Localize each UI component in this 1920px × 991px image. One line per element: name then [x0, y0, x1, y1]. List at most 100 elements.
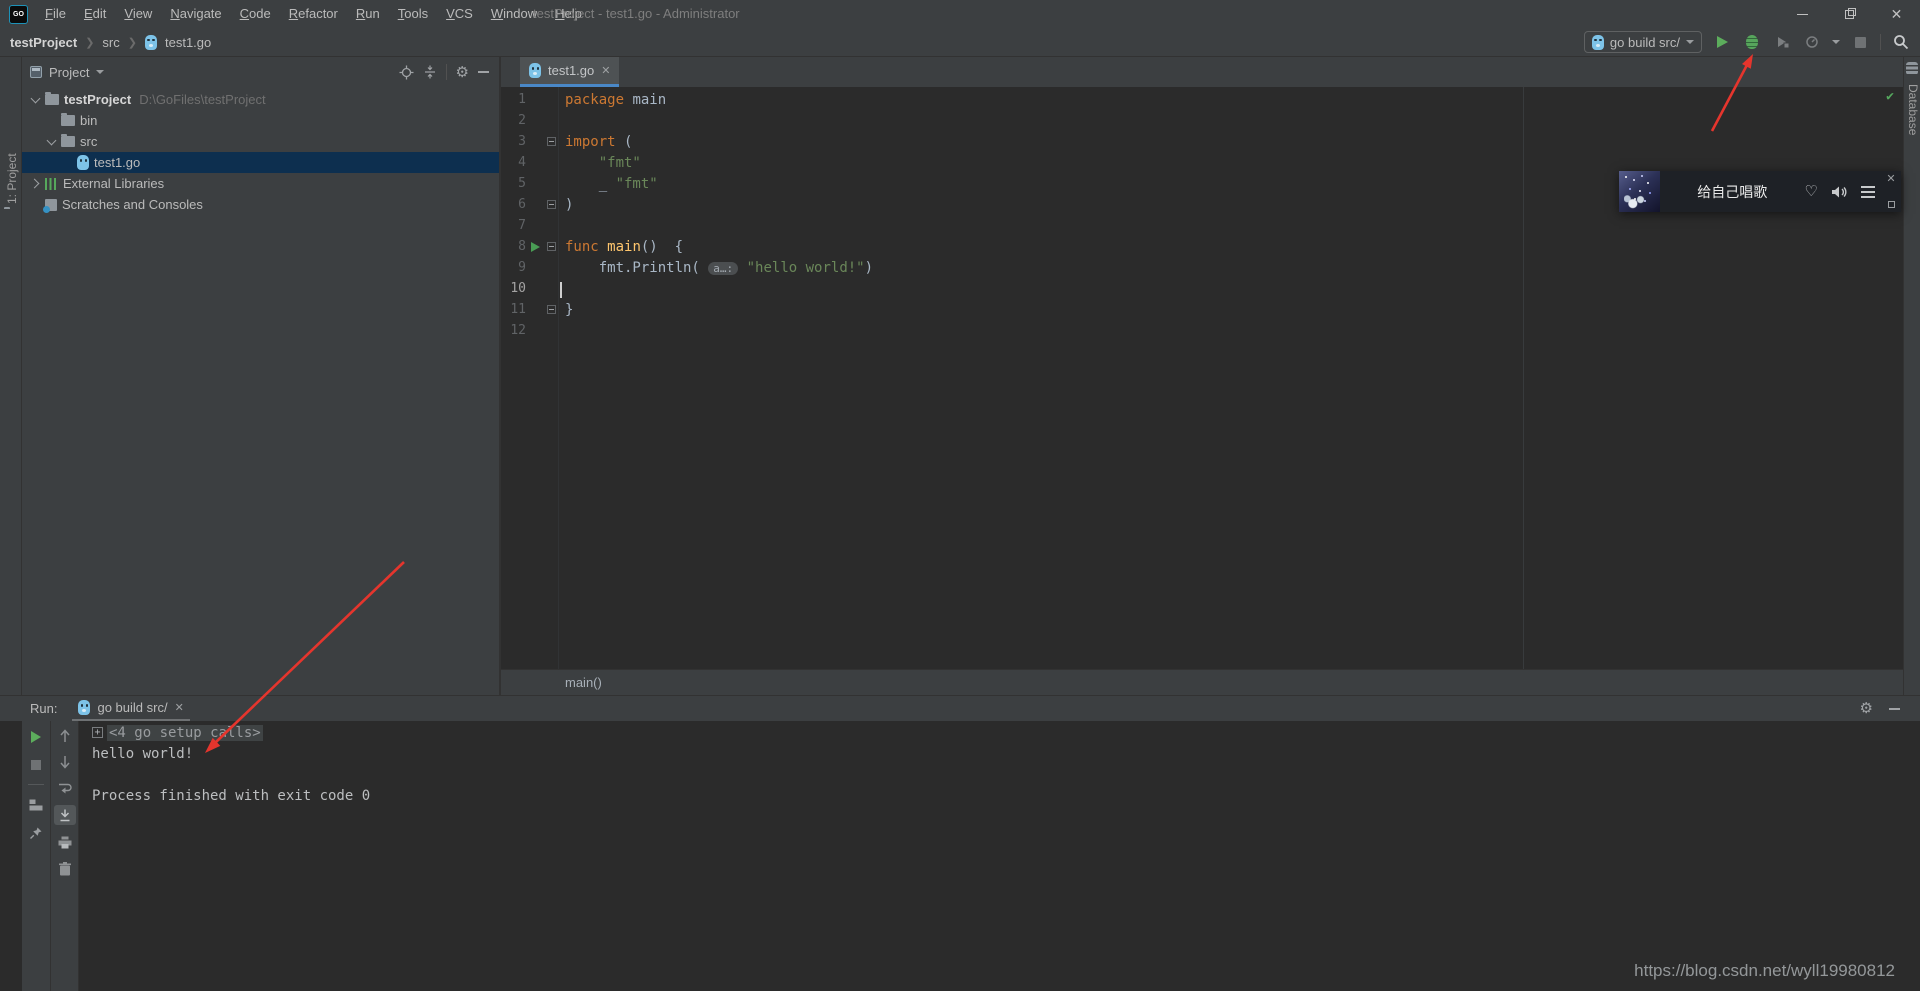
up-stack-trace-button[interactable] — [55, 727, 75, 744]
menu-edit[interactable]: Edit — [75, 0, 115, 28]
music-restore-icon[interactable] — [1888, 201, 1895, 208]
tool-window-button-project[interactable]: 1: Project — [5, 153, 19, 204]
console-line-3[interactable] — [92, 764, 1903, 785]
project-view-chevron-icon[interactable] — [96, 70, 104, 74]
fold-icon[interactable] — [547, 200, 556, 209]
gear-icon[interactable]: ⚙ — [1860, 701, 1873, 716]
run-tab-go-build[interactable]: go build src/ ✕ — [72, 696, 189, 721]
code-line-4[interactable]: 4 "fmt" — [501, 152, 1903, 173]
tree-row-bin[interactable]: bin — [22, 110, 499, 131]
tree-row-test1-go[interactable]: test1.go — [22, 152, 499, 173]
code-line-3[interactable]: 3import ( — [501, 131, 1903, 152]
chevron-spacer — [28, 197, 43, 212]
clear-all-button[interactable] — [55, 860, 75, 877]
run-with-coverage-button[interactable] — [1772, 32, 1792, 52]
fold-icon[interactable] — [547, 305, 556, 314]
console-line-1[interactable]: +<4 go setup calls> — [92, 722, 1903, 743]
breadcrumb-src[interactable]: src — [102, 35, 119, 50]
code-line-7[interactable]: 7 — [501, 215, 1903, 236]
stop-process-button[interactable] — [26, 756, 46, 773]
editor-code: 1package main23import (4 "fmt"5 _ "fmt"6… — [501, 89, 1903, 341]
soft-wrap-icon — [58, 782, 72, 794]
code-text — [559, 279, 565, 299]
go-icon — [77, 155, 89, 170]
menu-run[interactable]: Run — [347, 0, 389, 28]
folder-icon — [61, 115, 75, 126]
tree-row-src[interactable]: src — [22, 131, 499, 152]
down-stack-trace-button[interactable] — [55, 753, 75, 770]
editor-breadcrumb[interactable]: main() — [565, 675, 602, 690]
menu-view[interactable]: View — [115, 0, 161, 28]
collapse-all-icon[interactable] — [423, 65, 437, 79]
project-tree: testProjectD:\GoFiles\testProjectbinsrct… — [22, 87, 499, 215]
folder-icon — [45, 94, 59, 105]
tree-row-external-libraries[interactable]: External Libraries — [22, 173, 499, 194]
search-everywhere-button[interactable] — [1891, 32, 1911, 52]
scroll-to-end-button[interactable] — [54, 805, 76, 825]
breadcrumb-project[interactable]: testProject — [10, 35, 77, 50]
code-line-9[interactable]: 9 fmt.Println( a…: "hello world!") — [501, 257, 1903, 278]
console-line-4[interactable]: Process finished with exit code 0 — [92, 785, 1903, 806]
go-file-icon — [529, 63, 541, 78]
soft-wrap-button[interactable] — [55, 779, 75, 796]
debug-button[interactable] — [1742, 32, 1762, 52]
profiler-chevron-icon[interactable] — [1832, 40, 1840, 44]
print-button[interactable] — [55, 834, 75, 851]
gutter-fold-column — [544, 200, 559, 209]
tab-test1-go[interactable]: test1.go ✕ — [520, 57, 619, 87]
profiler-button[interactable] — [1802, 32, 1822, 52]
run-configuration-select[interactable]: go build src/ — [1584, 31, 1702, 53]
line-number: 9 — [506, 260, 526, 275]
chevron-down-icon[interactable] — [28, 92, 43, 107]
code-line-12[interactable]: 12 — [501, 320, 1903, 341]
chevron-right-icon[interactable] — [28, 176, 43, 191]
console-line-2[interactable]: hello world! — [92, 743, 1903, 764]
fold-icon[interactable] — [547, 137, 556, 146]
code-line-2[interactable]: 2 — [501, 110, 1903, 131]
code-line-1[interactable]: 1package main — [501, 89, 1903, 110]
chevron-down-icon[interactable] — [44, 134, 59, 149]
code-line-8[interactable]: 8func main() { — [501, 236, 1903, 257]
gear-icon[interactable]: ⚙ — [456, 65, 469, 80]
breadcrumb-file[interactable]: test1.go — [165, 35, 211, 50]
menu-navigate[interactable]: Navigate — [161, 0, 230, 28]
hide-panel-icon[interactable] — [1889, 708, 1900, 710]
rerun-button[interactable] — [26, 728, 46, 745]
code-line-10[interactable]: 10 — [501, 278, 1903, 299]
library-icon — [45, 178, 58, 190]
album-art[interactable] — [1619, 171, 1660, 212]
tree-row-testproject[interactable]: testProjectD:\GoFiles\testProject — [22, 89, 499, 110]
project-panel-title[interactable]: Project — [49, 65, 89, 80]
locate-file-icon[interactable] — [399, 65, 414, 80]
like-heart-icon[interactable]: ♡ — [1805, 184, 1818, 199]
window-controls: ✕ — [1779, 0, 1920, 28]
menu-tools[interactable]: Tools — [389, 0, 437, 28]
database-icon[interactable] — [1906, 62, 1918, 75]
pin-tab-button[interactable] — [26, 824, 46, 841]
tool-window-button-database[interactable]: Database — [1906, 84, 1920, 135]
tab-close-icon[interactable]: ✕ — [601, 64, 610, 77]
panel-divider — [446, 64, 447, 80]
code-line-11[interactable]: 11} — [501, 299, 1903, 320]
close-button[interactable]: ✕ — [1873, 0, 1920, 28]
tree-row-scratches-and-consoles[interactable]: Scratches and Consoles — [22, 194, 499, 215]
editor-area: test1.go ✕ ✔ 1package main23import (4 "f… — [500, 57, 1903, 695]
menu-code[interactable]: Code — [231, 0, 280, 28]
volume-icon[interactable] — [1831, 185, 1848, 199]
menu-file[interactable]: File — [36, 0, 75, 28]
run-tab-close-icon[interactable]: ✕ — [175, 701, 184, 714]
minimize-button[interactable] — [1779, 0, 1826, 28]
stop-button[interactable] — [1850, 32, 1870, 52]
menu-refactor[interactable]: Refactor — [280, 0, 347, 28]
run-button[interactable] — [1712, 32, 1732, 52]
expand-fold-icon[interactable]: + — [92, 727, 103, 738]
fold-icon[interactable] — [547, 242, 556, 251]
hide-panel-icon[interactable] — [478, 71, 489, 73]
run-console[interactable]: +<4 go setup calls>hello world! Process f… — [79, 721, 1903, 991]
music-close-icon[interactable]: ✕ — [1886, 175, 1895, 184]
run-line-icon[interactable] — [531, 242, 540, 252]
restore-button[interactable] — [1826, 0, 1873, 28]
playlist-icon[interactable] — [1861, 186, 1875, 198]
restore-layout-button[interactable] — [26, 796, 46, 813]
menu-vcs[interactable]: VCS — [437, 0, 482, 28]
